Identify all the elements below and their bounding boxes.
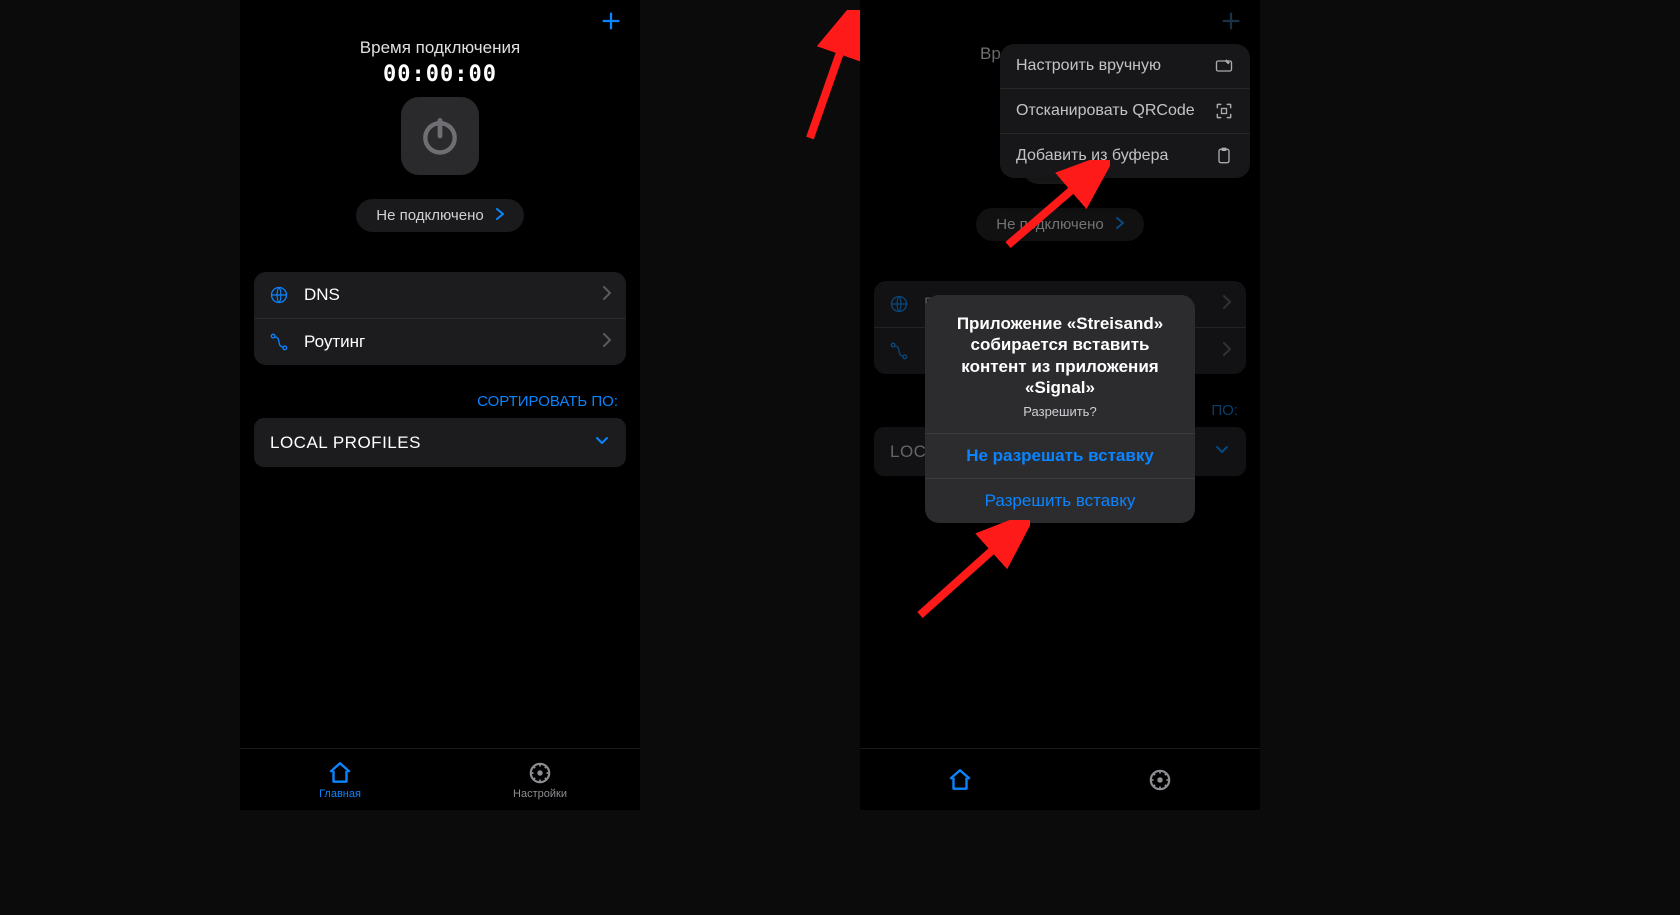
add-button[interactable] [596, 6, 626, 36]
sort-by-label[interactable]: СОРТИРОВАТЬ ПО: [240, 393, 618, 410]
connection-time-label: Время подключения [240, 38, 640, 58]
chevron-down-icon [594, 432, 610, 453]
tab-home[interactable] [860, 749, 1060, 810]
routing-row[interactable]: Роутинг [254, 319, 626, 365]
connection-status[interactable]: Не подключено [356, 199, 523, 232]
tab-bar: Главная Настройки [240, 748, 640, 810]
dns-label: DNS [304, 285, 588, 305]
phone-screen-left: Время подключения 00:00:00 Не подключено… [240, 0, 640, 810]
route-icon [268, 331, 290, 353]
tab-settings[interactable]: Настройки [440, 749, 640, 810]
tab-settings[interactable] [1060, 749, 1260, 810]
dns-row[interactable]: DNS [254, 272, 626, 319]
tab-bar [860, 748, 1260, 810]
paste-permission-dialog: Приложение «Streisand» собирается встави… [925, 295, 1195, 523]
settings-list: DNS Роутинг [254, 272, 626, 365]
connection-time-value: 00:00:00 [240, 62, 640, 87]
tab-settings-label: Настройки [513, 788, 567, 800]
globe-icon [268, 284, 290, 306]
phone-screen-right: Вре Не подключено D [860, 0, 1260, 810]
dialog-subtext: Разрешить? [925, 404, 1195, 433]
chevron-right-icon [602, 332, 612, 352]
routing-label: Роутинг [304, 332, 588, 352]
connection-status-text: Не подключено [376, 207, 483, 224]
power-button[interactable] [401, 97, 479, 175]
tab-home-label: Главная [319, 788, 361, 800]
dialog-deny-button[interactable]: Не разрешать вставку [925, 433, 1195, 478]
local-profiles-row[interactable]: LOCAL PROFILES [254, 418, 626, 467]
chevron-right-icon [602, 285, 612, 305]
dialog-allow-button[interactable]: Разрешить вставку [925, 478, 1195, 523]
tab-home[interactable]: Главная [240, 749, 440, 810]
chevron-right-icon [494, 207, 506, 224]
dialog-message: Приложение «Streisand» собирается встави… [925, 295, 1195, 404]
local-profiles-label: LOCAL PROFILES [270, 433, 594, 453]
